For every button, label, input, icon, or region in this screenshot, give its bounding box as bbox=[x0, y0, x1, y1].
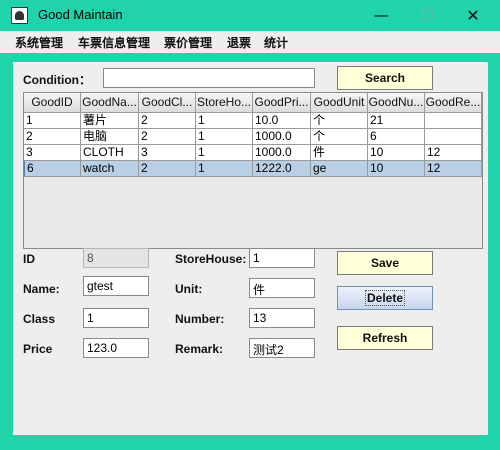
column-header[interactable]: GoodNa... bbox=[81, 93, 139, 113]
main-panel: Condition： Search GoodID GoodNa... GoodC… bbox=[12, 61, 489, 436]
delete-button[interactable]: Delete bbox=[337, 286, 433, 310]
table-cell: 12 bbox=[425, 161, 482, 177]
table-cell: 10 bbox=[368, 145, 425, 161]
menu-refund[interactable]: 退票 bbox=[227, 34, 251, 51]
condition-label: Condition： bbox=[23, 73, 91, 87]
unit-label: Unit: bbox=[175, 282, 203, 296]
table-cell: 1 bbox=[196, 145, 253, 161]
column-header[interactable]: GoodNu... bbox=[368, 93, 425, 113]
table-cell: 1 bbox=[24, 113, 81, 129]
condition-input[interactable] bbox=[103, 68, 315, 88]
table-cell: 10.0 bbox=[253, 113, 311, 129]
table-cell: 21 bbox=[368, 113, 425, 129]
number-field[interactable]: 13 bbox=[249, 308, 315, 328]
maximize-button[interactable]: ☐ bbox=[404, 0, 450, 31]
table-cell: 3 bbox=[139, 145, 196, 161]
table-cell: 个 bbox=[311, 113, 368, 129]
table-cell: 1 bbox=[196, 129, 253, 145]
table-cell: 6 bbox=[368, 129, 425, 145]
good-maintain-window: Good Maintain — ☐ ✕ 系统管理 车票信息管理 票价管理 退票 … bbox=[0, 0, 500, 450]
menu-system-management[interactable]: 系统管理 bbox=[15, 34, 63, 51]
close-button[interactable]: ✕ bbox=[450, 0, 496, 31]
storehouse-field[interactable]: 1 bbox=[249, 248, 315, 268]
save-button[interactable]: Save bbox=[337, 251, 433, 275]
table-cell: 10 bbox=[368, 161, 425, 177]
table-cell: 2 bbox=[139, 113, 196, 129]
table-cell: 1000.0 bbox=[253, 145, 311, 161]
unit-field[interactable]: 件 bbox=[249, 278, 315, 298]
storehouse-label: StoreHouse: bbox=[175, 252, 247, 266]
table-cell bbox=[425, 129, 482, 145]
table-cell: 1 bbox=[196, 161, 253, 177]
goods-table[interactable]: GoodID GoodNa... GoodCl... StoreHo... Go… bbox=[23, 92, 483, 249]
class-field[interactable]: 1 bbox=[83, 308, 149, 328]
table-cell: 1000.0 bbox=[253, 129, 311, 145]
table-row[interactable]: 3 CLOTH 3 1 1000.0 件 10 12 bbox=[24, 145, 482, 161]
menu-fare-management[interactable]: 票价管理 bbox=[164, 34, 212, 51]
column-header[interactable]: GoodPri... bbox=[253, 93, 311, 113]
table-cell: watch bbox=[81, 161, 139, 177]
table-row-selected[interactable]: 6 watch 2 1 1222.0 ge 10 12 bbox=[24, 161, 482, 177]
class-label: Class bbox=[23, 312, 56, 326]
column-header[interactable]: GoodRe... bbox=[425, 93, 482, 113]
id-field: 8 bbox=[83, 248, 149, 268]
table-cell: 12 bbox=[425, 145, 482, 161]
table-cell: 薯片 bbox=[81, 113, 139, 129]
name-field[interactable]: gtest bbox=[83, 276, 149, 296]
table-row[interactable]: 1 薯片 2 1 10.0 个 21 bbox=[24, 113, 482, 129]
refresh-button[interactable]: Refresh bbox=[337, 326, 433, 350]
menu-bar: 系统管理 车票信息管理 票价管理 退票 统计 bbox=[0, 31, 500, 53]
table-cell: 3 bbox=[24, 145, 81, 161]
table-cell: 2 bbox=[139, 161, 196, 177]
table-cell: CLOTH bbox=[81, 145, 139, 161]
delete-button-label: Delete bbox=[364, 290, 406, 306]
table-cell: 1 bbox=[196, 113, 253, 129]
remark-label: Remark: bbox=[175, 342, 224, 356]
remark-field[interactable]: 测试2 bbox=[249, 338, 315, 358]
minimize-button[interactable]: — bbox=[358, 0, 404, 31]
table-cell: 个 bbox=[311, 129, 368, 145]
table-cell: ge bbox=[311, 161, 368, 177]
menu-statistics[interactable]: 统计 bbox=[264, 34, 288, 51]
column-header[interactable]: GoodUnit bbox=[311, 93, 368, 113]
name-label: Name: bbox=[23, 282, 60, 296]
price-label: Price bbox=[23, 342, 53, 356]
table-cell: 6 bbox=[24, 161, 81, 177]
table-cell: 2 bbox=[139, 129, 196, 145]
column-header[interactable]: StoreHo... bbox=[196, 93, 253, 113]
id-label: ID bbox=[23, 252, 35, 266]
title-bar[interactable]: Good Maintain — ☐ ✕ bbox=[0, 0, 500, 31]
number-label: Number: bbox=[175, 312, 225, 326]
search-button[interactable]: Search bbox=[337, 66, 433, 90]
table-cell: 件 bbox=[311, 145, 368, 161]
table-row[interactable]: 2 电脑 2 1 1000.0 个 6 bbox=[24, 129, 482, 145]
java-app-icon bbox=[11, 7, 28, 24]
table-cell: 电脑 bbox=[81, 129, 139, 145]
table-cell: 2 bbox=[24, 129, 81, 145]
price-field[interactable]: 123.0 bbox=[83, 338, 149, 358]
table-header: GoodID GoodNa... GoodCl... StoreHo... Go… bbox=[24, 93, 482, 113]
column-header[interactable]: GoodCl... bbox=[139, 93, 196, 113]
table-cell bbox=[425, 113, 482, 129]
table-cell: 1222.0 bbox=[253, 161, 311, 177]
menu-ticket-info-management[interactable]: 车票信息管理 bbox=[78, 34, 150, 51]
column-header[interactable]: GoodID bbox=[24, 93, 81, 113]
window-title: Good Maintain bbox=[38, 7, 123, 22]
